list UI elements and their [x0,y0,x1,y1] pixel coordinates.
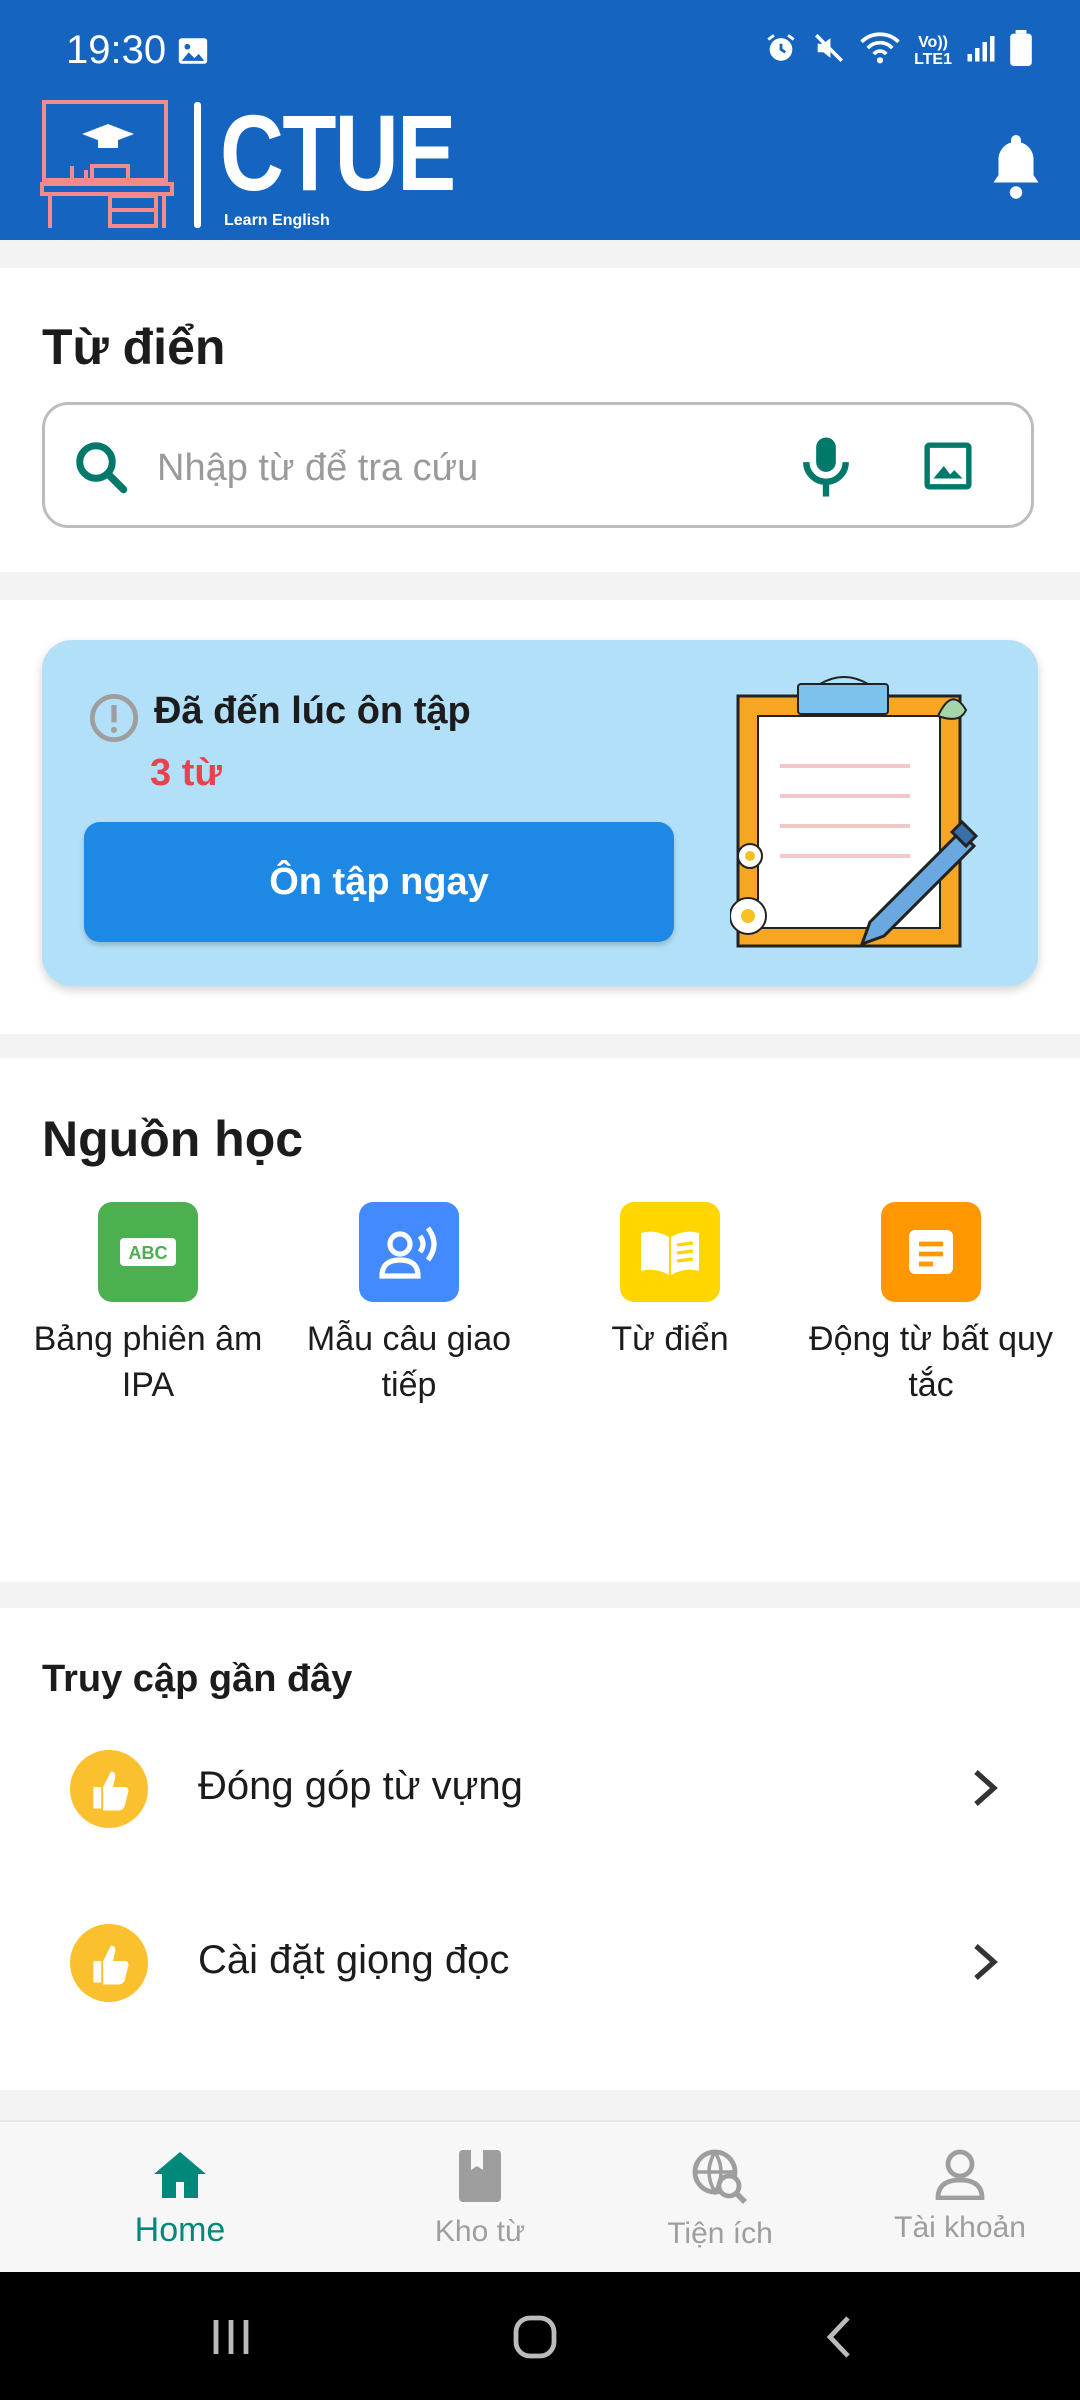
logo-subtitle: Learn English [224,212,330,229]
ctue-logo: CTUE Learn English [40,98,460,236]
resource-label: Từ điển [611,1320,729,1358]
network-label: Vo)) LTE1 [914,33,952,68]
image-search-icon[interactable] [923,441,973,496]
nav-account[interactable]: Tài khoản [850,2148,1070,2245]
system-navigation-bar [0,2272,1080,2400]
book-icon [620,1202,720,1302]
gallery-notification-icon [176,34,210,73]
signal-icon [966,33,996,68]
recent-section: Truy cập gần đây Đóng góp từ vựng Cài đặ… [0,1608,1080,2090]
chevron-right-icon [970,1942,1000,1987]
microphone-icon[interactable] [801,435,851,504]
recent-item[interactable]: Cài đặt giọng đọc [0,1888,1080,2038]
classroom-desk-icon [40,100,174,228]
thumbs-up-icon [70,1750,148,1833]
nav-home[interactable]: Home [70,2148,290,2250]
resource-communication[interactable]: Mẫu câu giao tiếp [279,1202,539,1408]
person-icon [934,2149,986,2204]
search-icon [71,437,131,502]
recent-title: Truy cập gần đây [42,1658,353,1700]
home-icon [152,2152,208,2204]
dictionary-title: Từ điển [42,319,226,375]
nav-label: Kho từ [434,2215,526,2248]
recent-item[interactable]: Đóng góp từ vựng [0,1714,1080,1864]
nav-label: Home [134,2211,226,2249]
mute-icon [812,31,846,70]
battery-icon [1010,30,1032,71]
search-box[interactable]: Nhập từ để tra cứu [42,402,1034,528]
svg-text:ABC: ABC [129,1243,168,1263]
document-icon [881,1202,981,1302]
dictionary-section: Từ điển Nhập từ để tra cứu [0,268,1080,572]
clipboard-illustration [729,676,1000,971]
resource-label: Bảng phiên âm IPA [33,1320,263,1404]
resource-ipa[interactable]: ABC Bảng phiên âm IPA [18,1202,278,1408]
resource-label: Động từ bất quy tắc [809,1320,1053,1404]
nav-word-store[interactable]: Kho từ [370,2148,590,2249]
resources-section: Nguồn học ABC Bảng phiên âm IPA Mẫu câu … [0,1058,1080,1582]
thumbs-up-icon [70,1924,148,2007]
speaking-icon [359,1202,459,1302]
nav-label: Tài khoản [894,2211,1026,2244]
resource-irregular-verbs[interactable]: Động từ bất quy tắc [801,1202,1061,1408]
resource-label: Mẫu câu giao tiếp [306,1320,512,1404]
warning-circle-icon [88,692,140,749]
review-title: Đã đến lúc ôn tập [154,690,471,732]
recent-item-label: Cài đặt giọng đọc [198,1938,510,1982]
bookmark-book-icon [457,2150,503,2208]
globe-search-icon [691,2149,749,2210]
home-button-icon[interactable] [510,2312,560,2367]
nav-utilities[interactable]: Tiện ích [610,2148,830,2251]
status-bar: 19:30 Vo)) LTE1 [0,0,1080,100]
review-card: Đã đến lúc ôn tập 3 từ Ôn tập ngay [42,640,1038,986]
review-word-count: 3 từ [150,752,222,794]
status-time: 19:30 [66,28,167,72]
bottom-navigation: Home Kho từ Tiện ích Tài khoản [0,2120,1080,2274]
wifi-icon [860,31,900,70]
nav-label: Tiện ích [667,2217,773,2250]
chevron-right-icon [970,1768,1000,1813]
alarm-icon [764,31,798,70]
review-now-button[interactable]: Ôn tập ngay [84,822,674,942]
resource-dictionary[interactable]: Từ điển [540,1202,800,1362]
logo-text: CTUE [220,92,456,213]
recent-apps-icon[interactable] [206,2312,256,2367]
abc-icon: ABC [98,1202,198,1302]
search-input[interactable]: Nhập từ để tra cứu [157,447,478,490]
recent-item-label: Đóng góp từ vựng [198,1764,523,1808]
bell-icon[interactable] [986,130,1046,205]
logo-divider [194,102,201,228]
back-icon[interactable] [816,2312,866,2367]
review-section: Đã đến lúc ôn tập 3 từ Ôn tập ngay [0,600,1080,1034]
resources-title: Nguồn học [42,1111,304,1167]
app-header: 19:30 Vo)) LTE1 CTUE Learn English [0,0,1080,240]
